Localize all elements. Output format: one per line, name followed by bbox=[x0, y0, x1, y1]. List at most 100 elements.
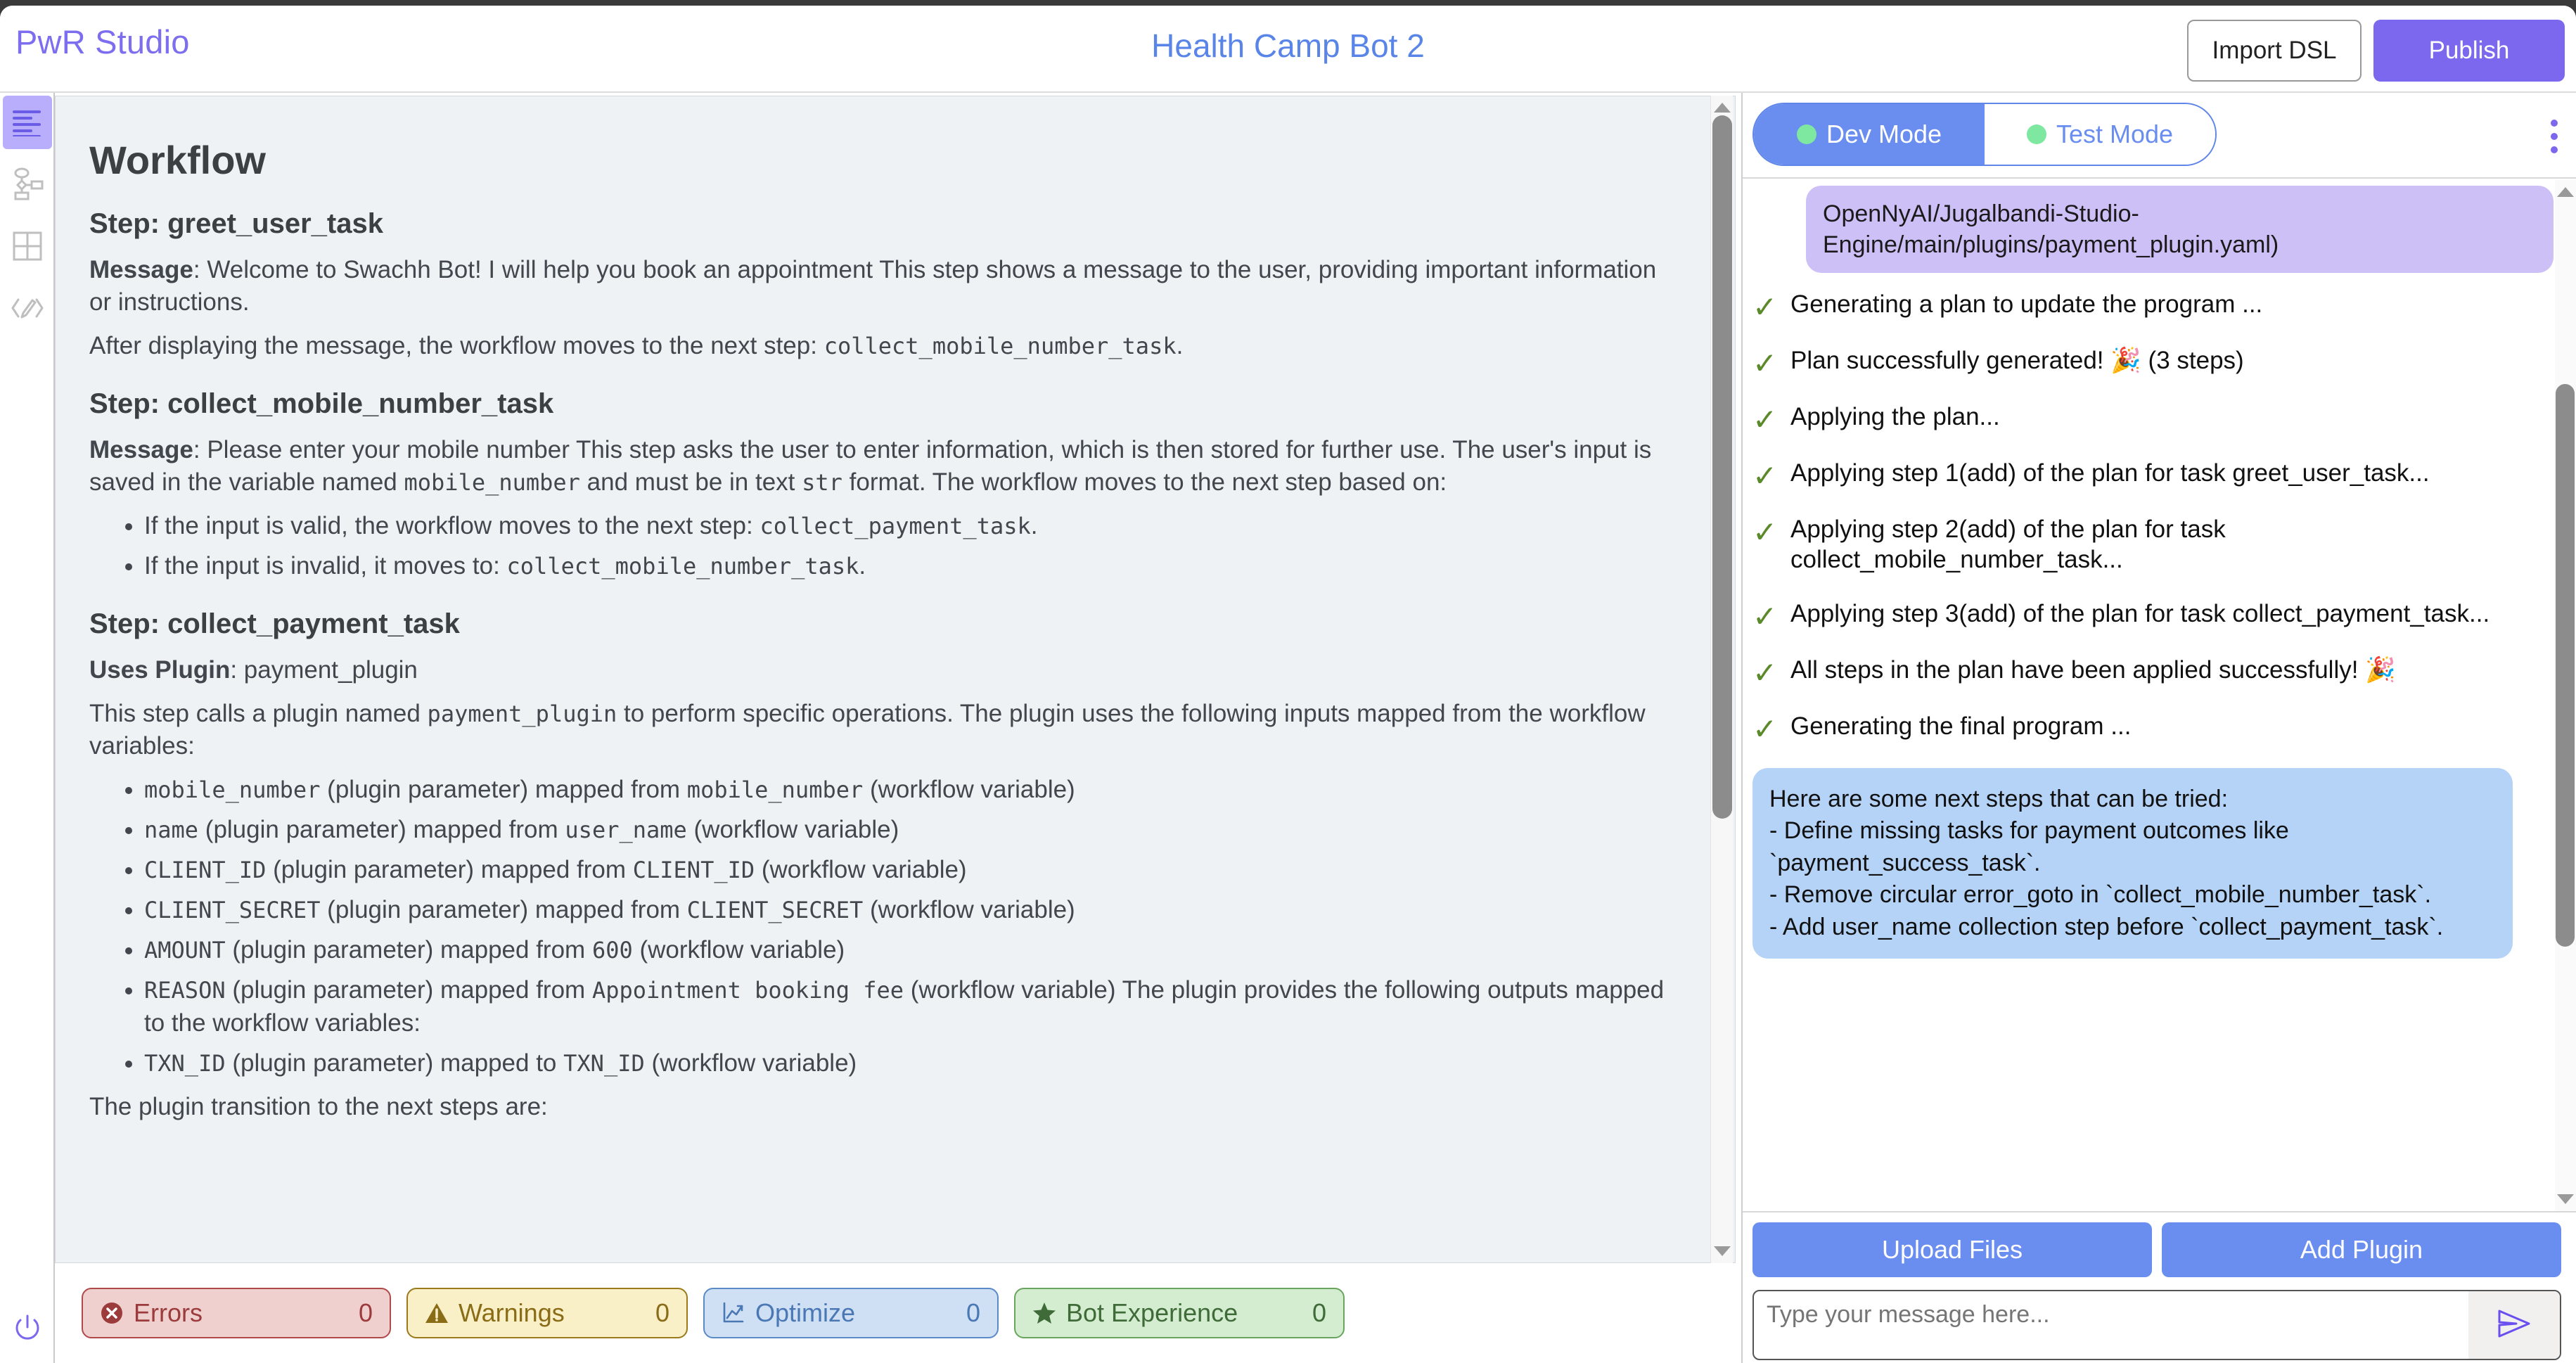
add-plugin-button[interactable]: Add Plugin bbox=[2162, 1222, 2561, 1277]
status-count: 0 bbox=[655, 1298, 669, 1328]
warning-triangle-icon bbox=[425, 1302, 449, 1324]
plugin-param-source: Appointment booking fee bbox=[592, 977, 904, 1004]
plugin-param-name: TXN_ID bbox=[144, 1050, 226, 1077]
check-icon: ✓ bbox=[1752, 459, 1785, 491]
step1-next-step-code: collect_mobile_number_task bbox=[824, 333, 1177, 359]
rail-item-code-edit[interactable] bbox=[3, 281, 52, 335]
step3-desc-code: payment_plugin bbox=[428, 700, 617, 727]
chat-message-bot-next-steps: Here are some next steps that can be tri… bbox=[1752, 768, 2513, 959]
plugin-param-mid: (plugin parameter) mapped from bbox=[226, 976, 592, 1004]
app-header: PwR Studio Health Camp Bot 2 Import DSL … bbox=[0, 6, 2576, 93]
list-item: name (plugin parameter) mapped from user… bbox=[144, 814, 1672, 847]
plugin-param-mid: (plugin parameter) mapped from bbox=[320, 896, 686, 923]
scroll-down-arrow-icon[interactable] bbox=[2556, 1193, 2575, 1207]
chat-scrollbar[interactable] bbox=[2555, 180, 2576, 1211]
plugin-param-mid: (plugin parameter) mapped from bbox=[266, 856, 632, 883]
plugin-param-tail: (workflow variable) bbox=[645, 1049, 857, 1077]
plugin-param-name: AMOUNT bbox=[144, 937, 226, 964]
chat-step-list: ✓Generating a plan to update the program… bbox=[1743, 290, 2576, 743]
left-rail bbox=[0, 93, 55, 1363]
status-label: Warnings bbox=[459, 1298, 619, 1328]
status-label: Errors bbox=[134, 1298, 322, 1328]
plugin-param-source: mobile_number bbox=[687, 776, 863, 803]
step3-description: This step calls a plugin named payment_p… bbox=[89, 698, 1672, 762]
step2-message-label: Message bbox=[89, 436, 193, 463]
workflow-document-panel: Workflow Step: greet_user_task Message: … bbox=[55, 96, 1736, 1263]
status-dot-icon bbox=[2027, 124, 2046, 144]
power-button[interactable] bbox=[3, 1305, 52, 1355]
chat-step-item: ✓Plan successfully generated! 🎉 (3 steps… bbox=[1752, 346, 2549, 378]
plugin-param-source: TXN_ID bbox=[563, 1050, 645, 1077]
status-dot-icon bbox=[1797, 124, 1816, 144]
document-scrollbar-thumb[interactable] bbox=[1712, 115, 1732, 819]
status-badge-warnings[interactable]: Warnings 0 bbox=[406, 1288, 688, 1338]
upload-files-button[interactable]: Upload Files bbox=[1752, 1222, 2152, 1277]
rail-item-flow-diagram[interactable] bbox=[3, 158, 52, 211]
rail-item-workflow-doc[interactable] bbox=[3, 96, 52, 149]
scroll-up-arrow-icon[interactable] bbox=[1713, 100, 1731, 114]
step3-desc-a: This step calls a plugin named bbox=[89, 700, 428, 727]
more-options-icon[interactable] bbox=[2551, 120, 2559, 160]
plugin-param-source: user_name bbox=[565, 817, 686, 843]
power-icon bbox=[12, 1313, 43, 1348]
chat-step-item: ✓Generating the final program ... bbox=[1752, 712, 2549, 744]
plugin-param-tail: (workflow variable) bbox=[863, 896, 1075, 923]
plugin-param-name: CLIENT_ID bbox=[144, 857, 266, 883]
step1-message-label: Message bbox=[89, 256, 193, 283]
scroll-down-arrow-icon[interactable] bbox=[1713, 1245, 1731, 1259]
plugin-parameter-list: mobile_number (plugin parameter) mapped … bbox=[144, 774, 1672, 1080]
status-count: 0 bbox=[966, 1298, 980, 1328]
message-input[interactable] bbox=[1754, 1291, 2468, 1359]
chat-message-user: OpenNyAI/Jugalbandi-Studio-Engine/main/p… bbox=[1806, 186, 2553, 273]
tab-test-mode-label: Test Mode bbox=[2056, 120, 2173, 149]
plugin-param-name: CLIENT_SECRET bbox=[144, 897, 320, 923]
chat-step-label: Generating a plan to update the program … bbox=[1790, 290, 2262, 320]
grid-icon bbox=[13, 231, 42, 261]
plugin-param-mid: (plugin parameter) mapped from bbox=[226, 936, 592, 964]
check-icon: ✓ bbox=[1752, 346, 1785, 378]
chat-step-item: ✓Applying the plan... bbox=[1752, 402, 2549, 435]
step-heading-greet-user-task: Step: greet_user_task bbox=[89, 208, 1672, 240]
plugin-param-tail: (workflow variable) bbox=[863, 776, 1075, 803]
chat-step-item: ✓All steps in the plan have been applied… bbox=[1752, 655, 2549, 688]
rail-item-grid-view[interactable] bbox=[3, 219, 52, 273]
list-item: CLIENT_ID (plugin parameter) mapped from… bbox=[144, 854, 1672, 887]
tab-test-mode[interactable]: Test Mode bbox=[1985, 104, 2215, 165]
status-badge-optimize[interactable]: Optimize 0 bbox=[703, 1288, 999, 1338]
send-button[interactable] bbox=[2468, 1291, 2560, 1359]
list-item: AMOUNT (plugin parameter) mapped from 60… bbox=[144, 934, 1672, 967]
scroll-up-arrow-icon[interactable] bbox=[2556, 184, 2575, 198]
status-badge-bot-experience[interactable]: Bot Experience 0 bbox=[1014, 1288, 1345, 1338]
status-count: 0 bbox=[359, 1298, 373, 1328]
step1-message: Message: Welcome to Swachh Bot! I will h… bbox=[89, 254, 1672, 319]
doc-title: Workflow bbox=[89, 137, 1672, 183]
document-scrollbar[interactable] bbox=[1710, 96, 1733, 1263]
publish-button[interactable]: Publish bbox=[2373, 20, 2565, 82]
tab-dev-mode[interactable]: Dev Mode bbox=[1754, 104, 1985, 165]
chat-step-item: ✓Generating a plan to update the program… bbox=[1752, 290, 2549, 322]
plugin-param-name: name bbox=[144, 817, 198, 843]
chat-step-item: ✓Applying step 2(add) of the plan for ta… bbox=[1752, 515, 2549, 575]
status-badge-errors[interactable]: Errors 0 bbox=[82, 1288, 391, 1338]
check-icon: ✓ bbox=[1752, 290, 1785, 322]
chat-scrollbar-thumb[interactable] bbox=[2556, 384, 2575, 947]
check-icon: ✓ bbox=[1752, 655, 1785, 688]
chat-composer bbox=[1752, 1290, 2561, 1360]
step3-plugin-value: : payment_plugin bbox=[230, 656, 418, 684]
tab-dev-mode-label: Dev Mode bbox=[1826, 120, 1942, 149]
step2-message-c: format. The workflow moves to the next s… bbox=[842, 468, 1447, 496]
list-item: mobile_number (plugin parameter) mapped … bbox=[144, 774, 1672, 807]
chat-step-item: ✓Applying step 3(add) of the plan for ta… bbox=[1752, 599, 2549, 632]
plugin-param-tail: (workflow variable) bbox=[633, 936, 845, 964]
step3-plugin-label: Uses Plugin bbox=[89, 656, 230, 684]
list-item: TXN_ID (plugin parameter) mapped to TXN_… bbox=[144, 1047, 1672, 1080]
step-heading-collect-payment-task: Step: collect_payment_task bbox=[89, 608, 1672, 640]
mode-toggle: Dev Mode Test Mode bbox=[1752, 103, 2217, 166]
import-dsl-button[interactable]: Import DSL bbox=[2187, 20, 2362, 82]
send-icon bbox=[2495, 1307, 2533, 1344]
code-edit-icon bbox=[11, 296, 44, 320]
step2-type-code: str bbox=[802, 469, 842, 496]
trend-up-icon bbox=[722, 1301, 745, 1325]
step1-transition-text: After displaying the message, the workfl… bbox=[89, 332, 824, 359]
chat-step-label: Generating the final program ... bbox=[1790, 712, 2131, 742]
